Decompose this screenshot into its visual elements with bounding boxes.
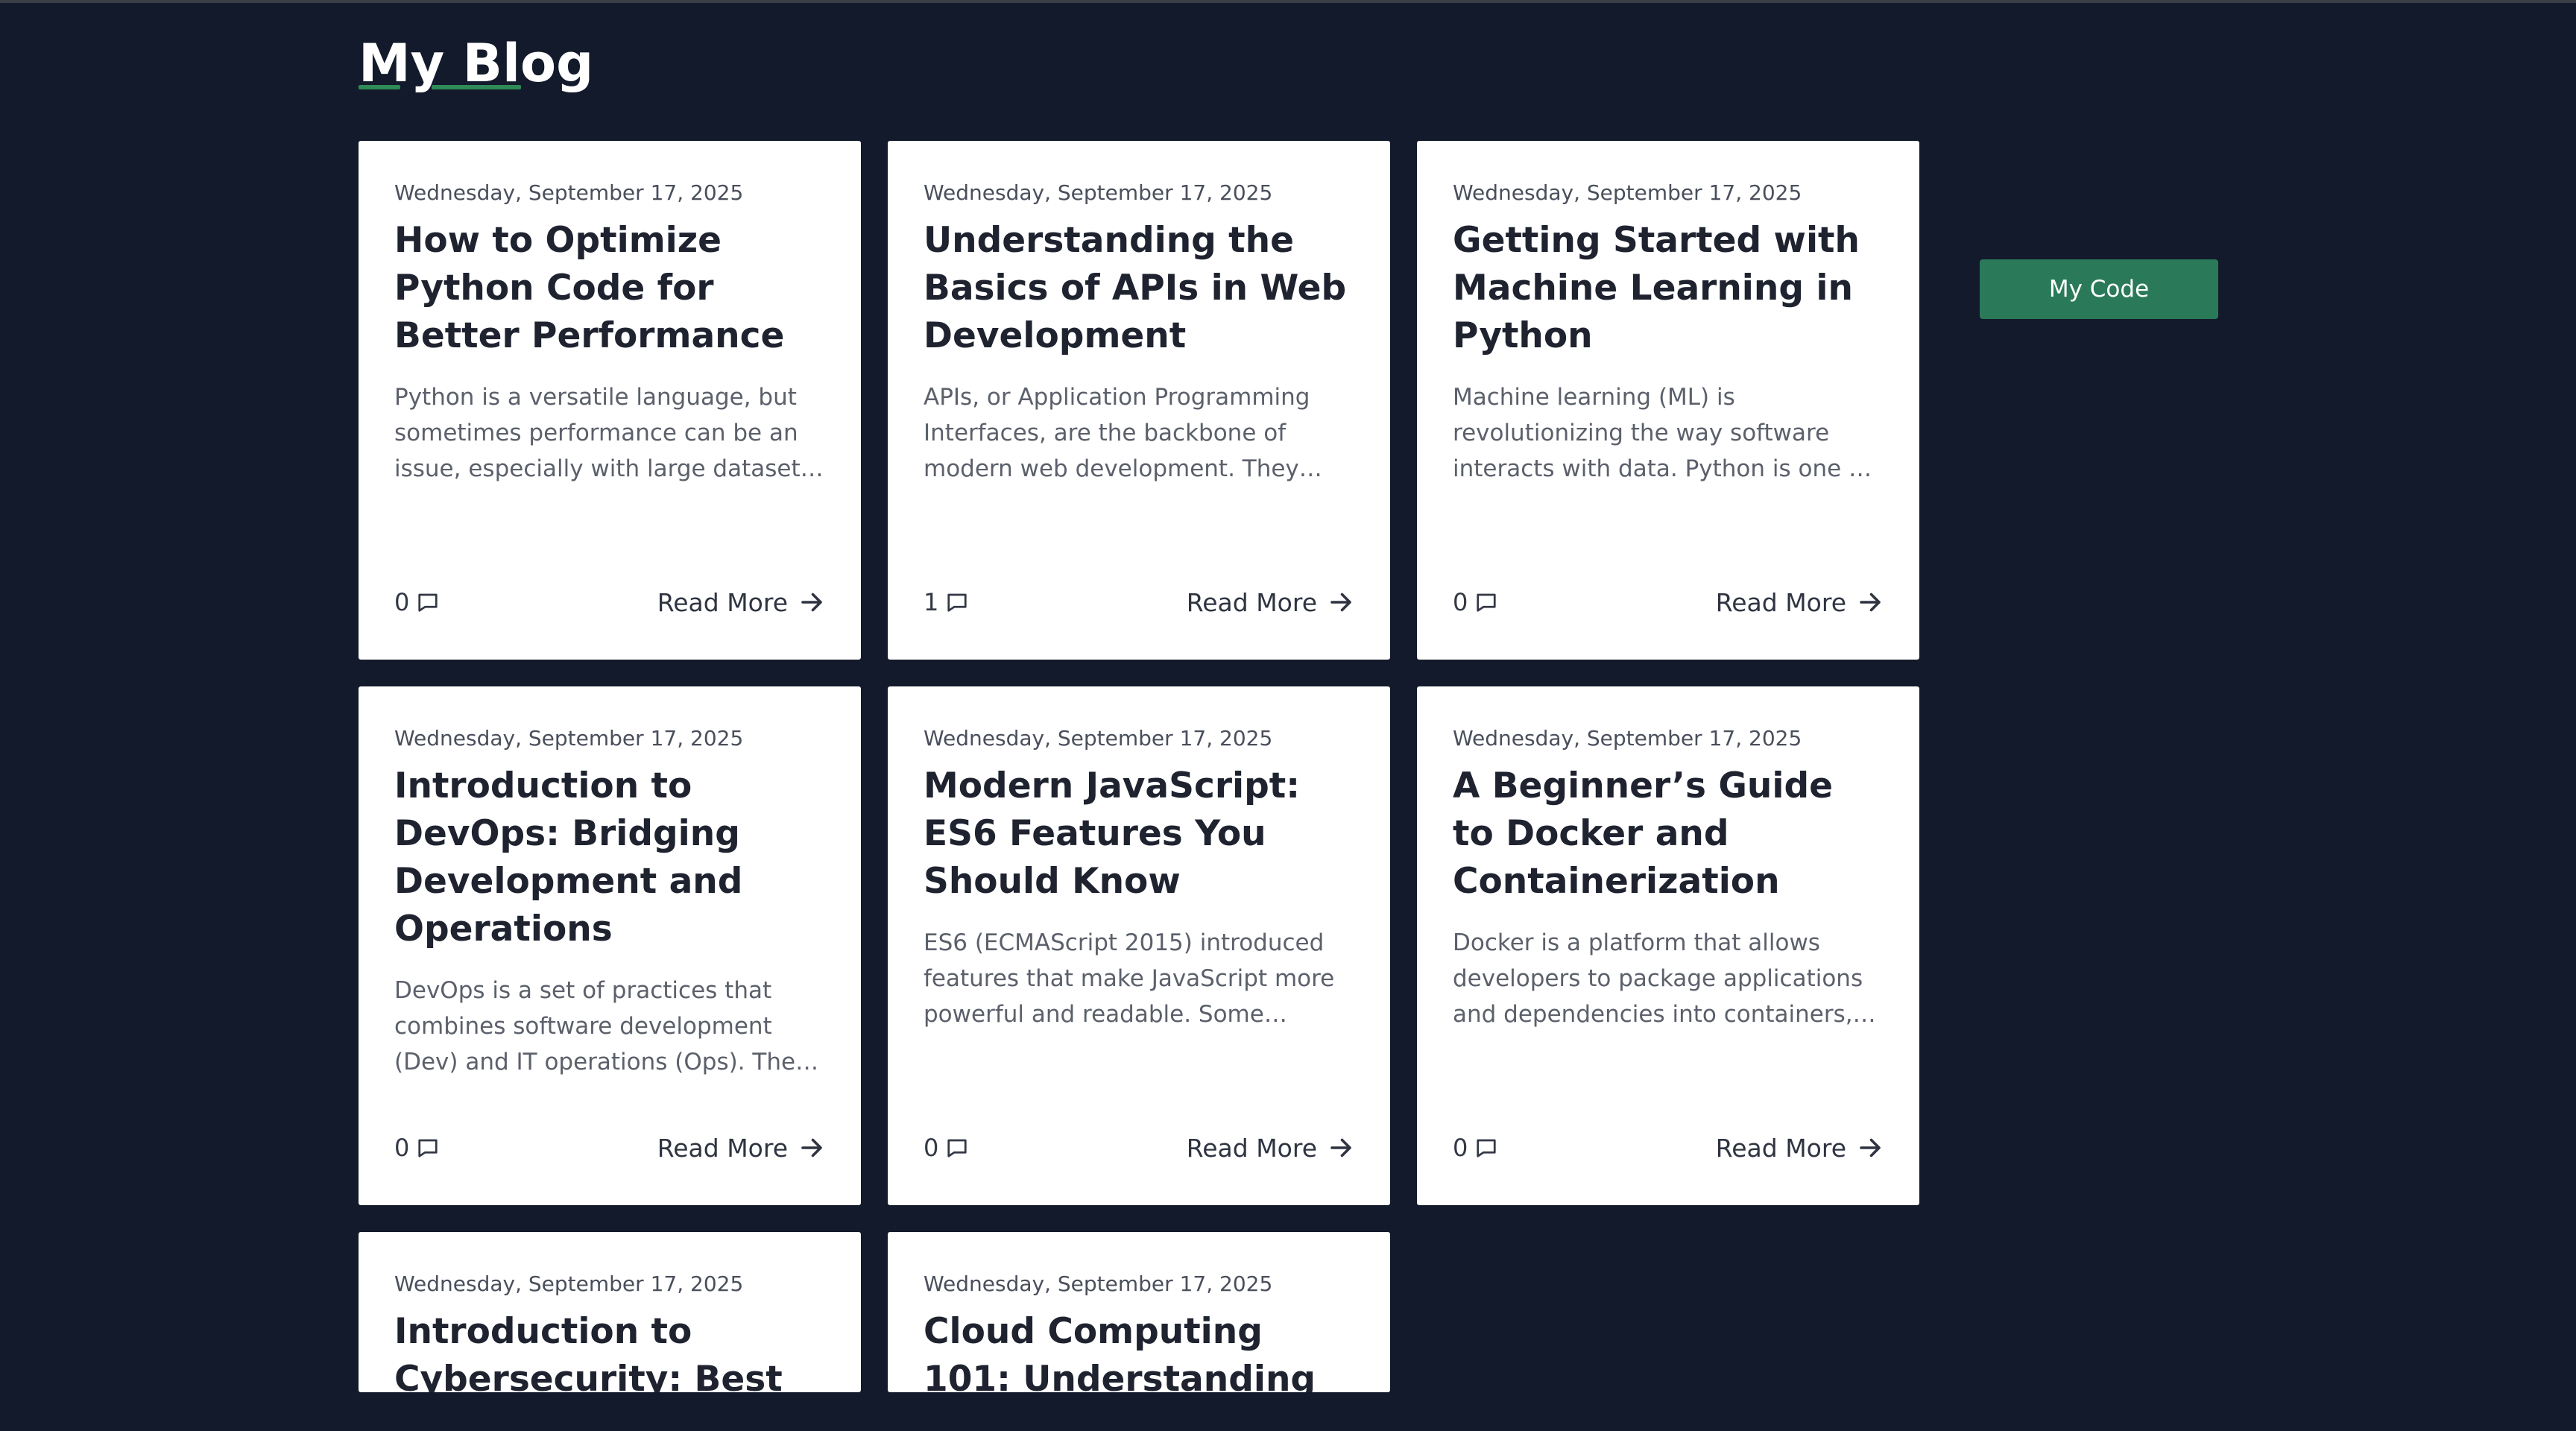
- comment-count-value: 0: [924, 1134, 939, 1162]
- comment-count[interactable]: 0: [1453, 588, 1497, 616]
- comment-count-value: 0: [394, 588, 410, 616]
- read-more-label: Read More: [1186, 587, 1317, 617]
- read-more-link[interactable]: Read More: [657, 588, 825, 617]
- post-card[interactable]: Wednesday, September 17, 2025 Modern Jav…: [888, 686, 1390, 1205]
- comment-count[interactable]: 0: [924, 1134, 968, 1162]
- post-card[interactable]: Wednesday, September 17, 2025 Introducti…: [359, 1232, 861, 1392]
- post-title[interactable]: Introduction to DevOps: Bridging Develop…: [394, 762, 825, 953]
- post-title[interactable]: Modern JavaScript: ES6 Features You Shou…: [924, 762, 1354, 906]
- read-more-link[interactable]: Read More: [1716, 1134, 1884, 1163]
- read-more-label: Read More: [1186, 1133, 1317, 1163]
- post-footer: 0 Read More: [394, 1129, 825, 1166]
- comment-icon: [1477, 1139, 1496, 1157]
- comment-count-value: 0: [1453, 588, 1468, 616]
- post-title[interactable]: A Beginner’s Guide to Docker and Contain…: [1453, 762, 1884, 906]
- comment-icon: [947, 1139, 967, 1157]
- post-footer: 0 Read More: [394, 584, 825, 621]
- read-more-label: Read More: [657, 1133, 788, 1163]
- my-code-button[interactable]: My Code: [1980, 259, 2218, 319]
- comment-icon: [418, 1139, 438, 1157]
- read-more-link[interactable]: Read More: [1716, 588, 1884, 617]
- post-card[interactable]: Wednesday, September 17, 2025 A Beginner…: [1417, 686, 1919, 1205]
- read-more-label: Read More: [1715, 587, 1846, 617]
- post-grid: Wednesday, September 17, 2025 How to Opt…: [359, 141, 1919, 1392]
- post-excerpt: APIs, or Application Programming Interfa…: [924, 384, 1310, 482]
- post-date: Wednesday, September 17, 2025: [394, 180, 744, 205]
- post-date: Wednesday, September 17, 2025: [394, 1272, 744, 1296]
- post-title[interactable]: Getting Started with Machine Learning in…: [1453, 217, 1884, 360]
- post-date: Wednesday, September 17, 2025: [924, 180, 1273, 205]
- post-card[interactable]: Wednesday, September 17, 2025 Getting St…: [1417, 141, 1919, 660]
- post-footer: 0 Read More: [924, 1129, 1354, 1166]
- comment-count-value: 0: [1453, 1134, 1468, 1162]
- top-border: [0, 0, 2576, 3]
- post-footer: 1 Read More: [924, 584, 1354, 621]
- comment-count[interactable]: 0: [394, 1134, 439, 1162]
- post-title[interactable]: How to Optimize Python Code for Better P…: [394, 217, 825, 360]
- comment-count[interactable]: 0: [394, 588, 439, 616]
- comment-count[interactable]: 0: [1453, 1134, 1497, 1162]
- title-underline-right: [432, 85, 521, 89]
- post-excerpt: Machine learning (ML) is revolutionizing…: [1453, 384, 1871, 482]
- post-date: Wednesday, September 17, 2025: [1453, 180, 1802, 205]
- read-more-link[interactable]: Read More: [1187, 1134, 1354, 1163]
- post-title[interactable]: Introduction to Cybersecurity: Best: [394, 1308, 825, 1392]
- post-excerpt: Docker is a platform that allows develop…: [1453, 929, 1863, 1028]
- read-more-label: Read More: [657, 587, 788, 617]
- post-date: Wednesday, September 17, 2025: [924, 726, 1273, 751]
- post-card[interactable]: Wednesday, September 17, 2025 How to Opt…: [359, 141, 861, 660]
- arrow-right-icon: [1330, 593, 1351, 612]
- post-footer: 0 Read More: [1453, 584, 1884, 621]
- arrow-right-icon: [1860, 1138, 1881, 1157]
- post-card[interactable]: Wednesday, September 17, 2025 Cloud Comp…: [888, 1232, 1390, 1392]
- post-title[interactable]: Cloud Computing 101: Understanding AWS a…: [924, 1308, 1354, 1392]
- read-more-link[interactable]: Read More: [657, 1134, 825, 1163]
- comment-count-value: 1: [924, 588, 939, 616]
- title-underline-left: [359, 85, 400, 89]
- post-excerpt: Python is a versatile language, but some…: [394, 384, 812, 482]
- read-more-label: Read More: [1715, 1133, 1846, 1163]
- comment-icon: [1477, 593, 1496, 612]
- comment-icon: [947, 593, 967, 612]
- arrow-right-icon: [1330, 1138, 1351, 1157]
- post-date: Wednesday, September 17, 2025: [1453, 726, 1802, 751]
- post-date: Wednesday, September 17, 2025: [924, 1272, 1273, 1296]
- comment-count-value: 0: [394, 1134, 410, 1162]
- read-more-link[interactable]: Read More: [1187, 588, 1354, 617]
- arrow-right-icon: [801, 593, 822, 612]
- comment-count[interactable]: 1: [924, 588, 968, 616]
- post-card[interactable]: Wednesday, September 17, 2025 Understand…: [888, 141, 1390, 660]
- post-footer: 0 Read More: [1453, 1129, 1884, 1166]
- page-title: My Blog: [359, 30, 593, 97]
- post-excerpt: DevOps is a set of practices that combin…: [394, 977, 796, 1075]
- post-excerpt: ES6 (ECMAScript 2015) introduced feature…: [924, 929, 1335, 1028]
- arrow-right-icon: [1860, 593, 1881, 612]
- arrow-right-icon: [801, 1138, 822, 1157]
- comment-icon: [418, 593, 438, 612]
- post-date: Wednesday, September 17, 2025: [394, 726, 744, 751]
- post-card[interactable]: Wednesday, September 17, 2025 Introducti…: [359, 686, 861, 1205]
- post-title[interactable]: Understanding the Basics of APIs in Web …: [924, 217, 1354, 360]
